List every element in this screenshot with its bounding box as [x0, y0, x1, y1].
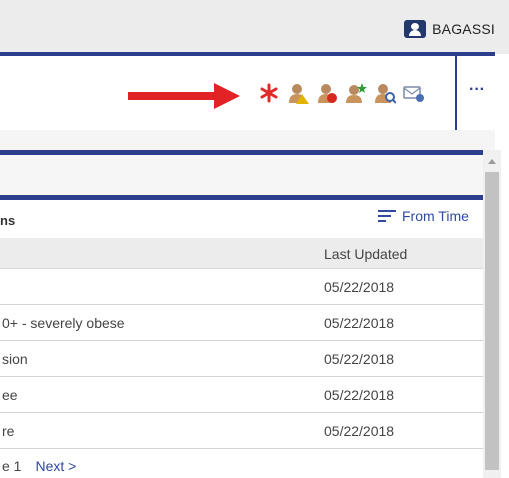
username-label: BAGASSI [432, 21, 495, 37]
row-updated: 05/22/2018 [324, 351, 395, 367]
row-name: re [2, 423, 15, 439]
header-gap [0, 130, 495, 150]
scroll-thumb[interactable] [485, 172, 499, 470]
next-page-link[interactable]: Next > [35, 458, 76, 474]
patient-search-icon[interactable] [374, 82, 396, 104]
more-options-button[interactable]: ··· [462, 78, 492, 106]
row-name: 0+ - severely obese [2, 315, 125, 331]
table-row[interactable]: 05/22/2018 [0, 269, 483, 305]
page-indicator: e 1 [2, 458, 22, 474]
column-header-last-updated[interactable]: Last Updated [324, 246, 407, 262]
table-row[interactable]: re 05/22/2018 [0, 413, 483, 449]
panel-header-rule [0, 195, 495, 200]
vertical-scrollbar[interactable] [483, 150, 501, 478]
table-row[interactable]: 0+ - severely obese 05/22/2018 [0, 305, 483, 341]
table-row[interactable]: ee 05/22/2018 [0, 377, 483, 413]
red-asterisk-icon[interactable] [258, 82, 280, 104]
table-row[interactable]: sion 05/22/2018 [0, 341, 483, 377]
scroll-up-arrow-icon[interactable] [488, 159, 496, 164]
panel-title: ns [0, 213, 16, 228]
pane-subheader [0, 155, 483, 195]
header-separator [455, 56, 457, 130]
row-updated: 05/22/2018 [324, 315, 395, 331]
problems-table: Last Updated 05/22/2018 0+ - severely ob… [0, 238, 483, 449]
alert-icon-strip [258, 82, 425, 104]
sort-label: From Time [402, 208, 469, 224]
patient-warning-icon[interactable] [287, 82, 309, 104]
row-name: sion [2, 351, 28, 367]
patient-alert-icon[interactable] [316, 82, 338, 104]
pagination: e 1 Next > [2, 458, 76, 474]
sort-from-time-button[interactable]: From Time [378, 208, 469, 224]
person-badge-icon [404, 20, 427, 38]
row-updated: 05/22/2018 [324, 279, 395, 295]
patient-star-icon[interactable] [345, 82, 367, 104]
sort-lines-icon [378, 210, 396, 222]
top-bar: BAGASSI [0, 0, 509, 54]
user-menu[interactable]: BAGASSI [404, 18, 495, 40]
row-updated: 05/22/2018 [324, 423, 395, 439]
row-updated: 05/22/2018 [324, 387, 395, 403]
message-card-icon[interactable] [403, 82, 425, 104]
red-arrow-annotation [128, 83, 240, 109]
row-name: ee [2, 387, 18, 403]
table-header: Last Updated [0, 238, 483, 269]
